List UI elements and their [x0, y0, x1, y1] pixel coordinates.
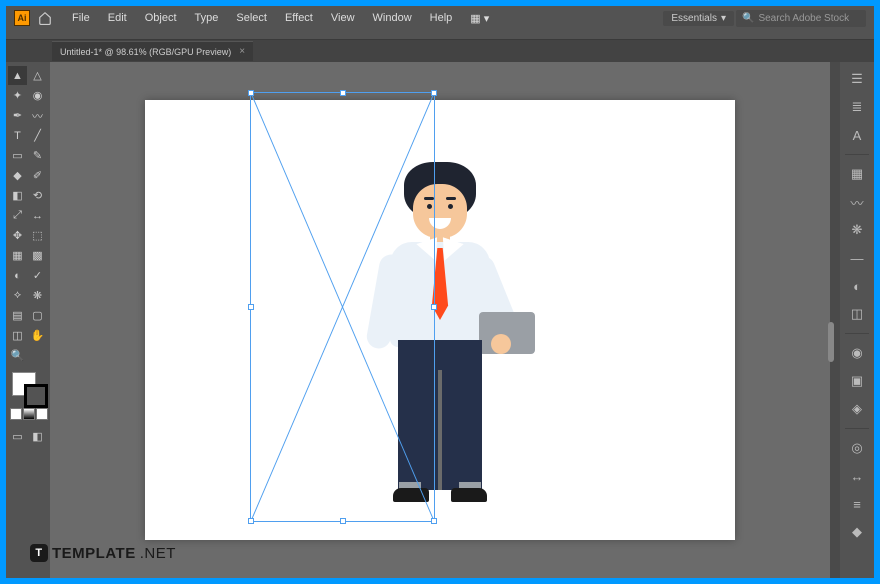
- artwork-businessman[interactable]: [365, 162, 515, 522]
- brush-tool[interactable]: ✎: [28, 146, 47, 165]
- shape-builder-tool[interactable]: ⬚: [28, 226, 47, 245]
- main-area: ▲△✦◉✒〰T╱▭✎◆✐◧⟲⤢↔✥⬚▦▩◐✓⟡❋▤▢◫✋🔍 ▭ ◧: [6, 62, 874, 578]
- layers-panel-icon[interactable]: ≣: [846, 96, 868, 118]
- lasso-tool[interactable]: ◉: [28, 86, 47, 105]
- stroke-panel-icon[interactable]: —: [846, 247, 868, 269]
- blend-tool[interactable]: ⟡: [8, 286, 27, 305]
- handle-ne[interactable]: [431, 90, 437, 96]
- tab-title: Untitled-1* @ 98.61% (RGB/GPU Preview): [60, 47, 231, 57]
- close-icon[interactable]: ×: [239, 46, 245, 57]
- menu-view[interactable]: View: [323, 10, 363, 26]
- curvature-tool[interactable]: 〰: [28, 106, 47, 125]
- menu-file[interactable]: File: [64, 10, 98, 26]
- workspace-label: Essentials: [671, 13, 717, 24]
- panel-divider: [845, 428, 869, 429]
- properties-panel-icon[interactable]: ☰: [846, 68, 868, 90]
- document-tabbar: Untitled-1* @ 98.61% (RGB/GPU Preview) ×: [6, 40, 874, 62]
- watermark-icon: T: [30, 544, 48, 562]
- menu-edit[interactable]: Edit: [100, 10, 135, 26]
- pencil-tool[interactable]: ✐: [28, 166, 47, 185]
- none-mode-icon[interactable]: [36, 408, 48, 420]
- slice-tool[interactable]: ◫: [8, 326, 27, 345]
- menu-help[interactable]: Help: [422, 10, 461, 26]
- panel-divider: [845, 333, 869, 334]
- scale-tool[interactable]: ⤢: [8, 206, 27, 225]
- rotate-tool[interactable]: ⟲: [28, 186, 47, 205]
- graphic-styles-panel-icon[interactable]: ▣: [846, 370, 868, 392]
- mesh-tool[interactable]: ▩: [28, 246, 47, 265]
- appearance-panel-icon[interactable]: ◉: [846, 342, 868, 364]
- color-swatches: [8, 370, 48, 420]
- transparency-panel-icon[interactable]: ◫: [846, 303, 868, 325]
- artboard[interactable]: [145, 100, 735, 540]
- type-tool[interactable]: T: [8, 126, 27, 145]
- chevron-down-icon: ▾: [721, 13, 726, 24]
- stroke-swatch[interactable]: [24, 384, 48, 408]
- none-tool: [28, 346, 47, 365]
- transform-panel-icon[interactable]: ↔: [846, 465, 868, 487]
- panel-dock: ☰ ≣ A ▦ 〰 ❋ — ◐ ◫ ◉ ▣ ◈ ◎ ↔ ≡ ◆: [840, 62, 874, 578]
- panel-collapse-strip[interactable]: [830, 62, 840, 578]
- watermark: T TEMPLATE.NET: [30, 544, 176, 562]
- document-tab[interactable]: Untitled-1* @ 98.61% (RGB/GPU Preview) ×: [52, 41, 253, 61]
- direct-selection-tool[interactable]: △: [28, 66, 47, 85]
- selection-tool[interactable]: ▲: [8, 66, 27, 85]
- gradient-tool[interactable]: ◐: [8, 266, 27, 285]
- gradient-mode-icon[interactable]: [23, 408, 35, 420]
- menu-window[interactable]: Window: [365, 10, 420, 26]
- hand-tool[interactable]: ✋: [28, 326, 47, 345]
- handle-nw[interactable]: [248, 90, 254, 96]
- rectangle-tool[interactable]: ▭: [8, 146, 27, 165]
- symbol-sprayer-tool[interactable]: ❋: [28, 286, 47, 305]
- zoom-tool[interactable]: 🔍: [8, 346, 27, 365]
- perspective-tool[interactable]: ▦: [8, 246, 27, 265]
- free-transform-tool[interactable]: ✥: [8, 226, 27, 245]
- pen-tool[interactable]: ✒: [8, 106, 27, 125]
- home-icon[interactable]: [36, 9, 54, 27]
- workspace-switcher[interactable]: Essentials ▾: [663, 11, 734, 26]
- menu-effect[interactable]: Effect: [277, 10, 321, 26]
- eraser-tool[interactable]: ◧: [8, 186, 27, 205]
- search-placeholder: Search Adobe Stock: [758, 13, 849, 24]
- watermark-text: TEMPLATE: [52, 545, 136, 562]
- menu-select[interactable]: Select: [228, 10, 275, 26]
- width-tool[interactable]: ↔: [28, 206, 47, 225]
- menubar: Ai FileEditObjectTypeSelectEffectViewWin…: [6, 6, 874, 30]
- canvas-area[interactable]: [50, 62, 830, 578]
- gradient-panel-icon[interactable]: ◐: [846, 275, 868, 297]
- color-guide-panel-icon[interactable]: ◎: [846, 437, 868, 459]
- swatches-panel-icon[interactable]: ▦: [846, 163, 868, 185]
- handle-n[interactable]: [340, 90, 346, 96]
- control-bar: [6, 30, 874, 40]
- app-logo[interactable]: Ai: [14, 10, 30, 26]
- shaper-tool[interactable]: ◆: [8, 166, 27, 185]
- align-panel-icon[interactable]: ≡: [846, 493, 868, 515]
- scrollbar-thumb[interactable]: [828, 322, 834, 362]
- search-icon: 🔍: [742, 13, 754, 24]
- artboard-tool[interactable]: ▢: [28, 306, 47, 325]
- toolbox: ▲△✦◉✒〰T╱▭✎◆✐◧⟲⤢↔✥⬚▦▩◐✓⟡❋▤▢◫✋🔍 ▭ ◧: [6, 62, 50, 578]
- panel-divider: [845, 154, 869, 155]
- menu-object[interactable]: Object: [137, 10, 185, 26]
- graph-tool[interactable]: ▤: [8, 306, 27, 325]
- watermark-suffix: .NET: [140, 545, 176, 562]
- eyedropper-tool[interactable]: ✓: [28, 266, 47, 285]
- menu-type[interactable]: Type: [187, 10, 227, 26]
- line-tool[interactable]: ╱: [28, 126, 47, 145]
- libraries-panel-icon[interactable]: A: [846, 124, 868, 146]
- search-field[interactable]: 🔍 Search Adobe Stock: [736, 10, 866, 27]
- brushes-panel-icon[interactable]: 〰: [846, 191, 868, 213]
- symbols-panel-icon[interactable]: ❋: [846, 219, 868, 241]
- pathfinder-panel-icon[interactable]: ◆: [846, 521, 868, 543]
- color-panel-icon[interactable]: ◈: [846, 398, 868, 420]
- screen-mode-icon[interactable]: ▭: [8, 427, 27, 446]
- magic-wand-tool[interactable]: ✦: [8, 86, 27, 105]
- app-window: Ai FileEditObjectTypeSelectEffectViewWin…: [6, 6, 874, 578]
- extras-menu[interactable]: ▦ ▾: [462, 10, 497, 27]
- draw-mode-icon[interactable]: ◧: [28, 427, 47, 446]
- color-mode-icon[interactable]: [10, 408, 22, 420]
